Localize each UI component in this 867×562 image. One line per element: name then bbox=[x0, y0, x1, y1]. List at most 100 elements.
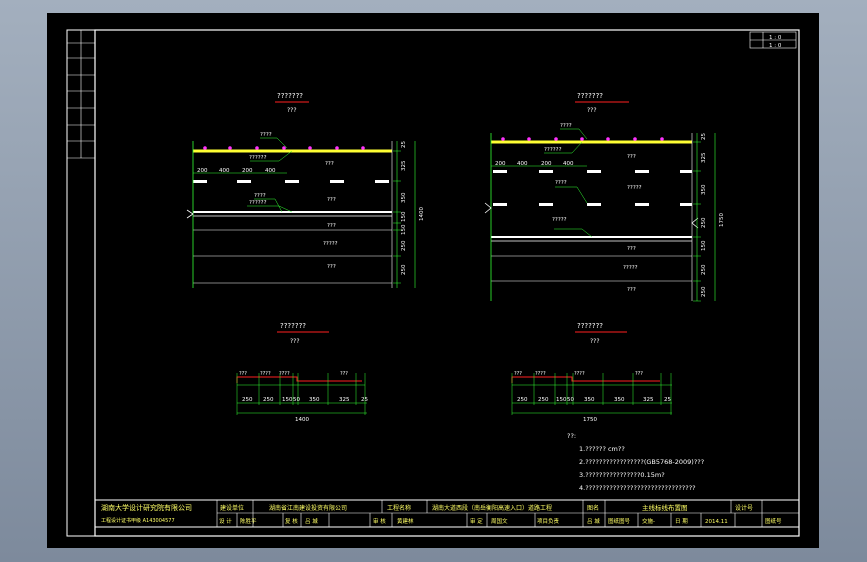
right-label-3: ??? bbox=[627, 154, 636, 160]
right-lane-dashes-2 bbox=[493, 203, 692, 206]
left-vdim-5: 150 bbox=[401, 224, 407, 235]
right-lane-dim-1: 200 bbox=[495, 161, 506, 167]
left-blabel-3: ???? bbox=[279, 371, 290, 377]
left-bdim-5: 350 bbox=[309, 397, 320, 403]
right-label-1: ???? bbox=[560, 123, 572, 129]
right-vdim-1: 25 bbox=[701, 133, 707, 140]
left-studs bbox=[203, 146, 365, 150]
left-bottom-road-red bbox=[236, 376, 362, 383]
left-label-2: ?????? bbox=[249, 155, 267, 161]
project-label: 工程名称 bbox=[387, 504, 411, 512]
right-label-7: ??? bbox=[627, 246, 636, 252]
build-unit: 湖南省江南建设投资有限公司 bbox=[269, 504, 347, 512]
project-name: 湖南大道西段（南岳衡阳高速入口）道路工程 bbox=[432, 504, 552, 512]
company-name: 湖南大学设计研究院有限公司 bbox=[101, 503, 192, 512]
tb-cell-2: 陈胜平 bbox=[240, 517, 257, 525]
left-vdim-total: 1400 bbox=[419, 207, 425, 221]
left-label-6: ??? bbox=[327, 197, 336, 203]
right-title: ??????? bbox=[577, 92, 603, 100]
right-blabel-2: ???? bbox=[535, 371, 546, 377]
left-vdim-7: 250 bbox=[401, 264, 407, 275]
right-bottom-dims: 250 250 150 50 350 350 325 25 1750 bbox=[517, 397, 671, 423]
drawing-name: 主线标线布置图 bbox=[642, 503, 688, 512]
right-bdim-total: 1750 bbox=[583, 417, 597, 423]
left-blabel-2: ???? bbox=[260, 371, 271, 377]
right-bottom-labels: ??? ???? ???? ??? bbox=[514, 371, 643, 377]
corner-table: 1 : 0 1 : 0 bbox=[749, 31, 797, 49]
left-bdim-6: 325 bbox=[339, 397, 350, 403]
tb-cell-4: 吕 城 bbox=[305, 518, 318, 525]
drawing-label: 图名 bbox=[587, 504, 599, 512]
left-blabel-4: ??? bbox=[340, 371, 348, 377]
left-vdim-4: 150 bbox=[401, 211, 407, 222]
left-lane-dim-1: 200 bbox=[197, 168, 208, 174]
right-label-9: ??? bbox=[627, 287, 636, 293]
left-subtitle: ??? bbox=[287, 107, 297, 114]
right-lane-dashes-1 bbox=[493, 170, 692, 173]
left-blabel-1: ??? bbox=[239, 371, 247, 377]
tb-cell-10: 吕 城 bbox=[587, 518, 600, 525]
right-lane-dim-3: 200 bbox=[541, 161, 552, 167]
left-vdim-6: 250 bbox=[401, 240, 407, 251]
left-bdim-1: 250 bbox=[242, 397, 253, 403]
tb-cell-5: 审 核 bbox=[373, 517, 386, 525]
right-label-8: ????? bbox=[623, 265, 638, 271]
notes-item-2: 2.?????????????????(GB5768-2009)??? bbox=[579, 458, 704, 466]
left-label-9: ??? bbox=[327, 264, 336, 270]
right-vdim-4: 250 bbox=[701, 217, 707, 228]
right-bdim-1: 250 bbox=[517, 397, 528, 403]
right-bdim-6: 350 bbox=[614, 397, 625, 403]
left-lane-dim-3: 200 bbox=[242, 168, 253, 174]
right-vdim-2: 325 bbox=[701, 152, 707, 163]
notes-item-3: 3.????????????????0.15m? bbox=[579, 471, 665, 479]
tb-cell-11: 图纸图号 bbox=[608, 517, 631, 525]
right-blabel-4: ??? bbox=[635, 371, 643, 377]
left-bottom-subtitle: ??? bbox=[290, 338, 300, 345]
right-vdim-labels: 25 325 350 250 150 250 250 1750 bbox=[701, 133, 725, 297]
tb-cell-12: 交施- bbox=[642, 517, 655, 525]
left-bdim-3: 150 bbox=[282, 397, 293, 403]
right-studs bbox=[501, 137, 664, 141]
left-bottom-ticks bbox=[236, 373, 366, 415]
notes-item-1: 1.?????? cm?? bbox=[579, 445, 625, 453]
right-break-mark-1 bbox=[484, 202, 492, 214]
left-label-8: ????? bbox=[323, 241, 338, 247]
left-bdim-4: 50 bbox=[293, 397, 300, 403]
left-bdim-total: 1400 bbox=[295, 417, 309, 423]
tb-cell-6: 黄建林 bbox=[397, 517, 414, 525]
right-bottom-ticks bbox=[511, 373, 672, 415]
right-label-6: ????? bbox=[552, 217, 567, 223]
notes-heading: ??: bbox=[567, 432, 576, 440]
right-label-5: ????? bbox=[627, 185, 642, 191]
right-blabel-3: ???? bbox=[574, 371, 585, 377]
left-label-3: ??? bbox=[325, 161, 334, 167]
left-label-1: ???? bbox=[260, 132, 272, 138]
left-break-mark bbox=[186, 209, 194, 219]
company-license: 工程设计证书甲级 A143004577 bbox=[101, 517, 175, 524]
build-unit-label: 建设单位 bbox=[220, 504, 244, 512]
left-vdim-1: 25 bbox=[401, 141, 407, 148]
left-label-5: ?????? bbox=[249, 200, 267, 206]
right-vdim-5: 150 bbox=[701, 240, 707, 251]
corner-row-2: 1 : 0 bbox=[769, 43, 782, 49]
title-block: 湖南大学设计研究院有限公司 工程设计证书甲级 A143004577 建设单位 湖… bbox=[94, 499, 800, 528]
tb-cell-3: 复 核 bbox=[285, 517, 298, 525]
right-vdim-total: 1750 bbox=[719, 213, 725, 227]
right-bdim-8: 25 bbox=[664, 397, 671, 403]
tb-cell-7: 审 定 bbox=[470, 517, 483, 525]
right-vdim-6: 250 bbox=[701, 264, 707, 275]
left-bottom-title: ??????? bbox=[280, 322, 306, 330]
left-vdim-2: 325 bbox=[401, 160, 407, 171]
left-label-4: ???? bbox=[254, 193, 266, 199]
right-subtitle: ??? bbox=[587, 107, 597, 114]
left-section: ??????? ??? 200 400 200 400 ???? ?????? … bbox=[186, 92, 425, 423]
left-bottom-labels: ??? ???? ???? ??? bbox=[239, 371, 348, 377]
right-vdim-7: 250 bbox=[701, 286, 707, 297]
left-lane-dashes bbox=[193, 180, 389, 183]
tb-cell-15: 图纸号 bbox=[765, 517, 782, 525]
right-bdim-5: 350 bbox=[584, 397, 595, 403]
right-vdim-3: 350 bbox=[701, 184, 707, 195]
design-no-label: 设计号 bbox=[735, 504, 753, 512]
left-label-7: ??? bbox=[327, 223, 336, 229]
right-bdim-2: 250 bbox=[538, 397, 549, 403]
